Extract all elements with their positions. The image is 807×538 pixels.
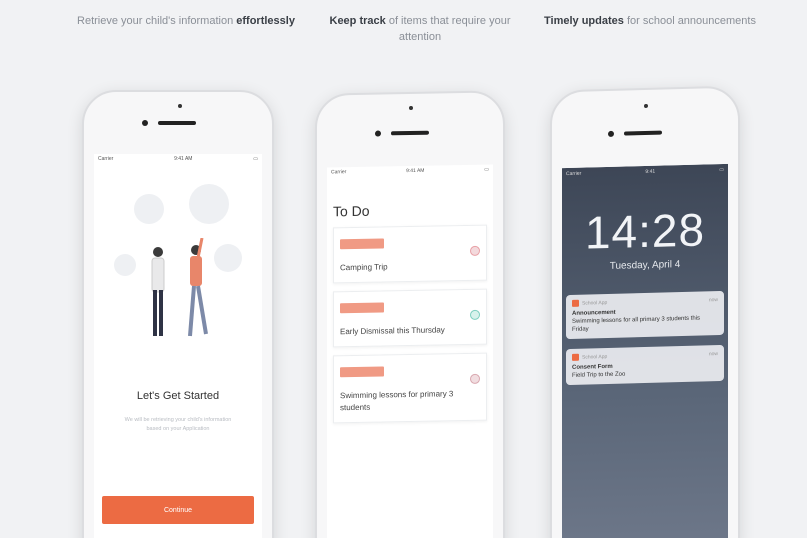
app-icon [572, 353, 579, 361]
front-camera [142, 120, 148, 126]
todo-item[interactable]: Early Dismissal this Thursday [333, 288, 487, 348]
status-time: 9:41 AM [174, 156, 193, 162]
notification-body: Swimming lessons for all primary 3 stude… [572, 315, 701, 333]
todo-item-text: Swimming lessons for primary 3 students [340, 389, 454, 413]
phone-lockscreen: Carrier 9:41 ▭ 14:28 Tuesday, April 4 Sc… [550, 85, 740, 538]
notification-header: School App now [572, 350, 718, 361]
notification-header: School App now [572, 296, 718, 307]
caption-keep-track: Keep track of items that require your at… [329, 15, 511, 43]
earpiece-speaker [391, 130, 429, 136]
mother-figure-icon [188, 238, 208, 337]
phone-onboarding: Carrier 9:41 AM ▭ Let's Get Started We w… [82, 90, 274, 538]
onboarding-subtitle: We will be retrieving your child's infor… [124, 417, 232, 432]
lock-clock: 14:28 [584, 203, 706, 259]
father-figure-icon [151, 247, 165, 336]
sensor-dot [644, 103, 648, 109]
todo-item-text: Early Dismissal this Thursday [340, 325, 445, 337]
caption-timely-updates: Timely updates for school announcements [544, 15, 756, 27]
onboarding-illustration [94, 164, 262, 364]
notification-app-name: School App [582, 299, 608, 307]
battery-icon: ▭ [719, 166, 724, 174]
notification-time: now [708, 296, 718, 303]
carrier-label: Carrier [331, 169, 347, 176]
status-dot-icon[interactable] [470, 245, 480, 256]
earpiece-speaker [158, 121, 196, 125]
lock-wallpaper: Carrier 9:41 ▭ 14:28 Tuesday, April 4 Sc… [562, 163, 728, 538]
todo-item[interactable]: Camping Trip [333, 224, 487, 284]
battery-icon: ▭ [484, 166, 489, 173]
app-icon [572, 299, 579, 307]
status-bar: Carrier 9:41 AM ▭ [94, 154, 262, 164]
status-dot-icon[interactable] [470, 309, 480, 320]
status-bar: Carrier 9:41 ▭ [562, 164, 728, 180]
caption-retrieve: Retrieve your child's information effort… [77, 15, 295, 27]
page-title: To Do [333, 202, 370, 220]
sensor-dot [178, 104, 182, 108]
todo-screen: Carrier 9:41 AM ▭ To Do Camping Trip Ear… [327, 164, 493, 538]
notification-card[interactable]: School App now Consent Form Field Trip t… [566, 344, 724, 386]
notification-app-name: School App [582, 353, 608, 361]
status-dot-icon[interactable] [470, 373, 480, 384]
front-camera [608, 130, 614, 137]
category-tag [340, 238, 384, 250]
battery-icon: ▭ [253, 156, 258, 162]
todo-item-text: Camping Trip [340, 262, 388, 273]
carrier-label: Carrier [98, 156, 114, 162]
front-camera [375, 130, 381, 137]
todo-item[interactable]: Swimming lessons for primary 3 students [333, 352, 487, 424]
onboarding-title: Let's Get Started [136, 390, 220, 402]
earpiece-speaker [624, 130, 662, 136]
status-time: 9:41 AM [406, 167, 425, 175]
carrier-label: Carrier [566, 170, 582, 178]
category-tag [340, 366, 384, 378]
notification-time: now [708, 350, 718, 357]
sensor-dot [409, 105, 413, 111]
onboarding-screen: Carrier 9:41 AM ▭ Let's Get Started We w… [94, 154, 262, 538]
lock-screen: Carrier 9:41 ▭ 14:28 Tuesday, April 4 Sc… [562, 163, 728, 538]
continue-button[interactable]: Continue [102, 496, 254, 524]
status-time: 9:41 [645, 168, 656, 175]
notification-card[interactable]: School App now Announcement Swimming les… [566, 290, 724, 340]
phone-todo: Carrier 9:41 AM ▭ To Do Camping Trip Ear… [315, 90, 505, 538]
category-tag [340, 302, 384, 314]
